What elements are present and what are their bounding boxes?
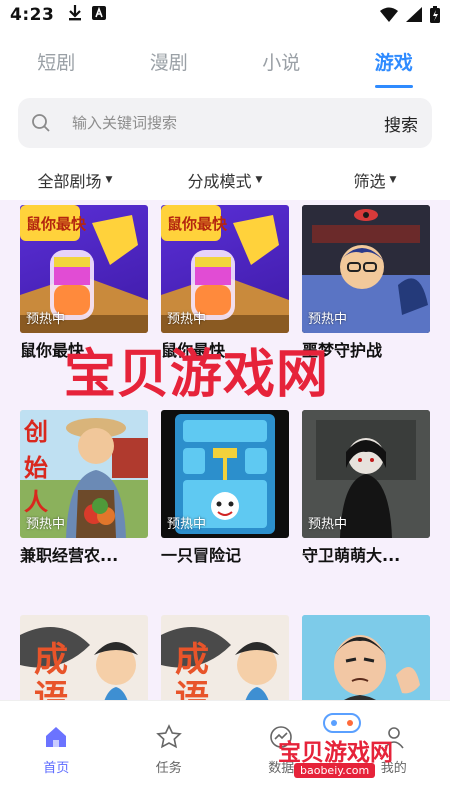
filter-share-mode-label: 分成模式	[188, 168, 252, 192]
nav-mine-label: 我的	[381, 757, 407, 776]
status-badge: 预热中	[308, 308, 347, 327]
app-notification-icon	[92, 5, 106, 25]
status-badge: 预热中	[26, 513, 65, 532]
svg-text:人: 人	[24, 488, 48, 516]
game-title: 鼠你最快	[20, 337, 148, 361]
svg-text:语: 语	[34, 678, 68, 700]
game-cover-image	[302, 615, 430, 700]
wifi-icon	[380, 7, 398, 27]
game-cover-image: 预热中	[161, 410, 289, 538]
svg-text:创: 创	[23, 418, 48, 446]
filter-screen-label: 筛选	[354, 168, 386, 192]
game-card[interactable]: 鼠你最快 预热中 鼠你最快	[20, 205, 148, 361]
game-card[interactable]: 鼠你最快 预热中 鼠你最快	[161, 205, 289, 361]
caret-down-icon: ▼	[390, 175, 397, 185]
svg-text:鼠你最快: 鼠你最快	[167, 215, 228, 233]
signal-icon	[406, 7, 422, 27]
caret-down-icon: ▼	[256, 175, 263, 185]
status-badge: 预热中	[167, 513, 206, 532]
nav-data-label: 数据	[268, 757, 294, 776]
category-tabs: 短剧 漫剧 小说 游戏	[0, 30, 450, 92]
game-card[interactable]: 预热中 守卫萌萌大...	[302, 410, 430, 566]
game-cover-image: 创 始 人 预热中	[20, 410, 148, 538]
svg-text:语: 语	[175, 678, 209, 700]
filter-screen[interactable]: 筛选 ▼	[300, 160, 450, 200]
search-icon	[30, 112, 52, 134]
game-title: 一只冒险记	[161, 542, 289, 566]
watermark-logo	[322, 708, 362, 738]
game-cover-image: 成 语	[161, 615, 289, 700]
chart-icon	[267, 723, 295, 751]
nav-tasks[interactable]: 任务	[113, 701, 226, 801]
tab-comic-drama[interactable]: 漫剧	[113, 30, 226, 92]
status-bar: 4:23	[0, 0, 450, 30]
game-card[interactable]: 成 语	[161, 615, 289, 700]
tab-short-drama[interactable]: 短剧	[0, 30, 113, 92]
game-card[interactable]: 预热中 噩梦守护战	[302, 205, 430, 361]
game-grid: 鼠你最快 预热中 鼠你最快 鼠你最快 预热中 鼠你最快	[0, 200, 450, 700]
game-cover-image: 预热中	[302, 205, 430, 333]
game-cover-image: 预热中	[302, 410, 430, 538]
game-card[interactable]: 成 语	[20, 615, 148, 700]
tab-game[interactable]: 游戏	[338, 30, 450, 92]
svg-text:成: 成	[34, 640, 68, 680]
game-cover-image: 鼠你最快 预热中	[20, 205, 148, 333]
game-title: 噩梦守护战	[302, 337, 430, 361]
status-time: 4:23	[10, 5, 54, 25]
game-card[interactable]: 预热中 一只冒险记	[161, 410, 289, 566]
download-icon	[68, 5, 82, 26]
bottom-navigation: 首页 任务 数据 我的	[0, 700, 450, 801]
filter-theater-label: 全部剧场	[38, 168, 102, 192]
filter-share-mode[interactable]: 分成模式 ▼	[150, 160, 300, 200]
game-title: 兼职经营农...	[20, 542, 148, 566]
game-cover-image: 鼠你最快 预热中	[161, 205, 289, 333]
game-cover-image: 成 语	[20, 615, 148, 700]
svg-text:始: 始	[24, 454, 48, 482]
search-button[interactable]: 搜索	[384, 111, 418, 136]
status-badge: 预热中	[308, 513, 347, 532]
battery-icon	[430, 6, 440, 28]
home-icon	[42, 723, 70, 751]
user-icon	[380, 723, 408, 751]
tab-novel[interactable]: 小说	[225, 30, 338, 92]
game-card[interactable]	[302, 615, 430, 700]
game-card[interactable]: 创 始 人 预热中 兼职经营农...	[20, 410, 148, 566]
nav-tasks-label: 任务	[156, 757, 182, 776]
filter-bar: 全部剧场 ▼ 分成模式 ▼ 筛选 ▼	[0, 160, 450, 200]
game-title: 鼠你最快	[161, 337, 289, 361]
caret-down-icon: ▼	[106, 175, 113, 185]
filter-theater[interactable]: 全部剧场 ▼	[0, 160, 150, 200]
status-badge: 预热中	[167, 308, 206, 327]
search-bar: 搜索	[18, 98, 432, 148]
nav-data[interactable]: 数据	[225, 701, 338, 801]
nav-home-label: 首页	[43, 757, 69, 776]
svg-text:鼠你最快: 鼠你最快	[26, 215, 87, 233]
star-icon	[155, 723, 183, 751]
game-title: 守卫萌萌大...	[302, 542, 430, 566]
status-badge: 预热中	[26, 308, 65, 327]
nav-home[interactable]: 首页	[0, 701, 113, 801]
svg-text:成: 成	[175, 640, 209, 680]
search-input[interactable]	[70, 113, 364, 133]
